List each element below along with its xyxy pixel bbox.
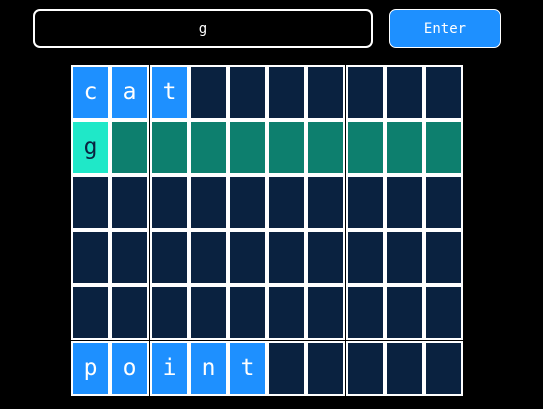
letter-cell [346, 230, 385, 285]
letter-cell [189, 175, 228, 230]
letter-cell [150, 230, 189, 285]
letter-cell [71, 175, 110, 230]
letter-cell: t [228, 341, 267, 396]
word-input[interactable] [33, 9, 373, 48]
letter-cell [385, 341, 424, 396]
letter-cell: g [71, 120, 110, 175]
letter-cell [346, 175, 385, 230]
letter-cell [189, 285, 228, 340]
letter-cell [306, 65, 345, 120]
letter-cell [228, 65, 267, 120]
letter-cell: p [71, 341, 110, 396]
letter-cell [385, 230, 424, 285]
letter-cell [306, 341, 345, 396]
letter-cell [267, 341, 306, 396]
letter-cell [150, 285, 189, 340]
letter-cell [346, 341, 385, 396]
letter-cell: n [189, 341, 228, 396]
letter-cell [110, 120, 149, 175]
letter-cell [71, 230, 110, 285]
letter-cell [424, 341, 463, 396]
letter-cell: t [150, 65, 189, 120]
letter-cell [71, 285, 110, 340]
letter-cell: o [110, 341, 149, 396]
letter-cell [228, 120, 267, 175]
letter-cell [424, 120, 463, 175]
letter-cell [306, 175, 345, 230]
letter-cell [424, 285, 463, 340]
letter-cell [150, 175, 189, 230]
letter-cell [385, 285, 424, 340]
letter-cell [267, 120, 306, 175]
letter-cell [150, 120, 189, 175]
letter-cell [306, 285, 345, 340]
letter-cell [228, 175, 267, 230]
letter-cell [110, 230, 149, 285]
letter-cell [110, 175, 149, 230]
letter-cell [267, 285, 306, 340]
letter-cell [385, 120, 424, 175]
letter-cell [346, 65, 385, 120]
letter-cell: a [110, 65, 149, 120]
letter-cell [424, 175, 463, 230]
letter-cell [267, 230, 306, 285]
letter-cell [346, 120, 385, 175]
letter-cell [424, 65, 463, 120]
letter-cell [267, 65, 306, 120]
letter-cell [189, 120, 228, 175]
letter-cell [306, 230, 345, 285]
letter-cell: i [150, 341, 189, 396]
letter-cell [189, 65, 228, 120]
letter-cell [385, 175, 424, 230]
letter-cell [267, 175, 306, 230]
letter-cell [385, 65, 424, 120]
letter-cell [424, 230, 463, 285]
letter-cell: c [71, 65, 110, 120]
enter-button[interactable]: Enter [389, 9, 501, 48]
letter-cell [306, 120, 345, 175]
letter-cell [189, 230, 228, 285]
letter-cell [228, 285, 267, 340]
letter-cell [110, 285, 149, 340]
letter-cell [346, 285, 385, 340]
letter-cell [228, 230, 267, 285]
